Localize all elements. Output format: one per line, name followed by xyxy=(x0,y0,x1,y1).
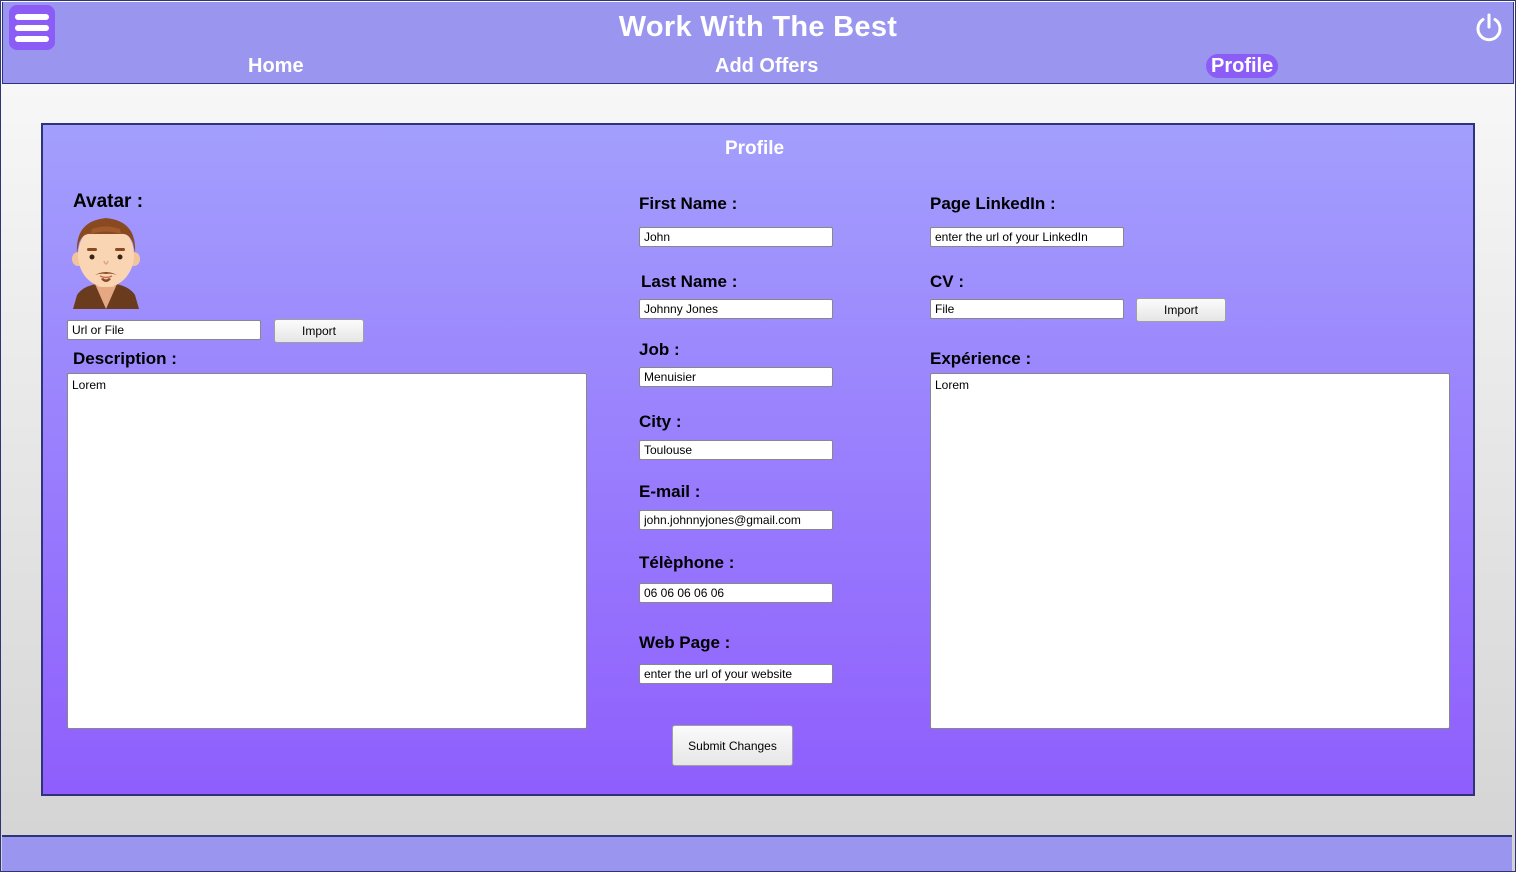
first-name-input[interactable] xyxy=(639,227,833,247)
email-input[interactable] xyxy=(639,510,833,530)
top-header: Work With The Best Home Add Offers Profi… xyxy=(2,2,1514,84)
cv-import-button[interactable]: Import xyxy=(1136,298,1226,322)
description-label: Description : xyxy=(73,349,177,368)
city-label: City : xyxy=(639,412,682,431)
job-label: Job : xyxy=(639,340,680,359)
job-input[interactable] xyxy=(639,367,833,387)
experience-label: Expérience : xyxy=(930,349,1032,368)
telephone-input[interactable] xyxy=(639,583,833,603)
panel-title: Profile xyxy=(724,138,785,159)
web-page-label: Web Page : xyxy=(639,633,731,652)
submit-changes-button[interactable]: Submit Changes xyxy=(672,725,793,766)
app-window: Work With The Best Home Add Offers Profi… xyxy=(0,0,1516,872)
nav-home[interactable]: Home xyxy=(248,54,304,78)
power-icon[interactable] xyxy=(1473,12,1505,44)
nav-add-offers[interactable]: Add Offers xyxy=(715,54,818,78)
nav-profile[interactable]: Profile xyxy=(1206,54,1279,78)
cv-label: CV : xyxy=(930,272,964,291)
footer-bar xyxy=(2,835,1512,871)
cv-file-input[interactable] xyxy=(930,299,1124,319)
description-textarea[interactable]: Lorem xyxy=(67,373,587,729)
last-name-input[interactable] xyxy=(639,299,833,319)
email-label: E-mail : xyxy=(639,482,701,501)
last-name-label: Last Name : xyxy=(641,272,738,291)
user-avatar-icon xyxy=(72,218,140,309)
linkedin-input[interactable] xyxy=(930,227,1124,247)
avatar-import-button[interactable]: Import xyxy=(274,319,364,343)
avatar-label: Avatar : xyxy=(73,191,144,212)
first-name-label: First Name : xyxy=(639,194,738,213)
web-page-input[interactable] xyxy=(639,664,833,684)
app-title: Work With The Best xyxy=(618,11,898,43)
city-input[interactable] xyxy=(639,440,833,460)
telephone-label: Télèphone : xyxy=(639,553,735,572)
profile-panel: Profile Avatar : Url or File Import Desc… xyxy=(41,123,1475,796)
avatar-url-input[interactable] xyxy=(67,320,261,340)
linkedin-label: Page LinkedIn : xyxy=(930,194,1056,213)
experience-textarea[interactable]: Lorem xyxy=(930,373,1450,729)
